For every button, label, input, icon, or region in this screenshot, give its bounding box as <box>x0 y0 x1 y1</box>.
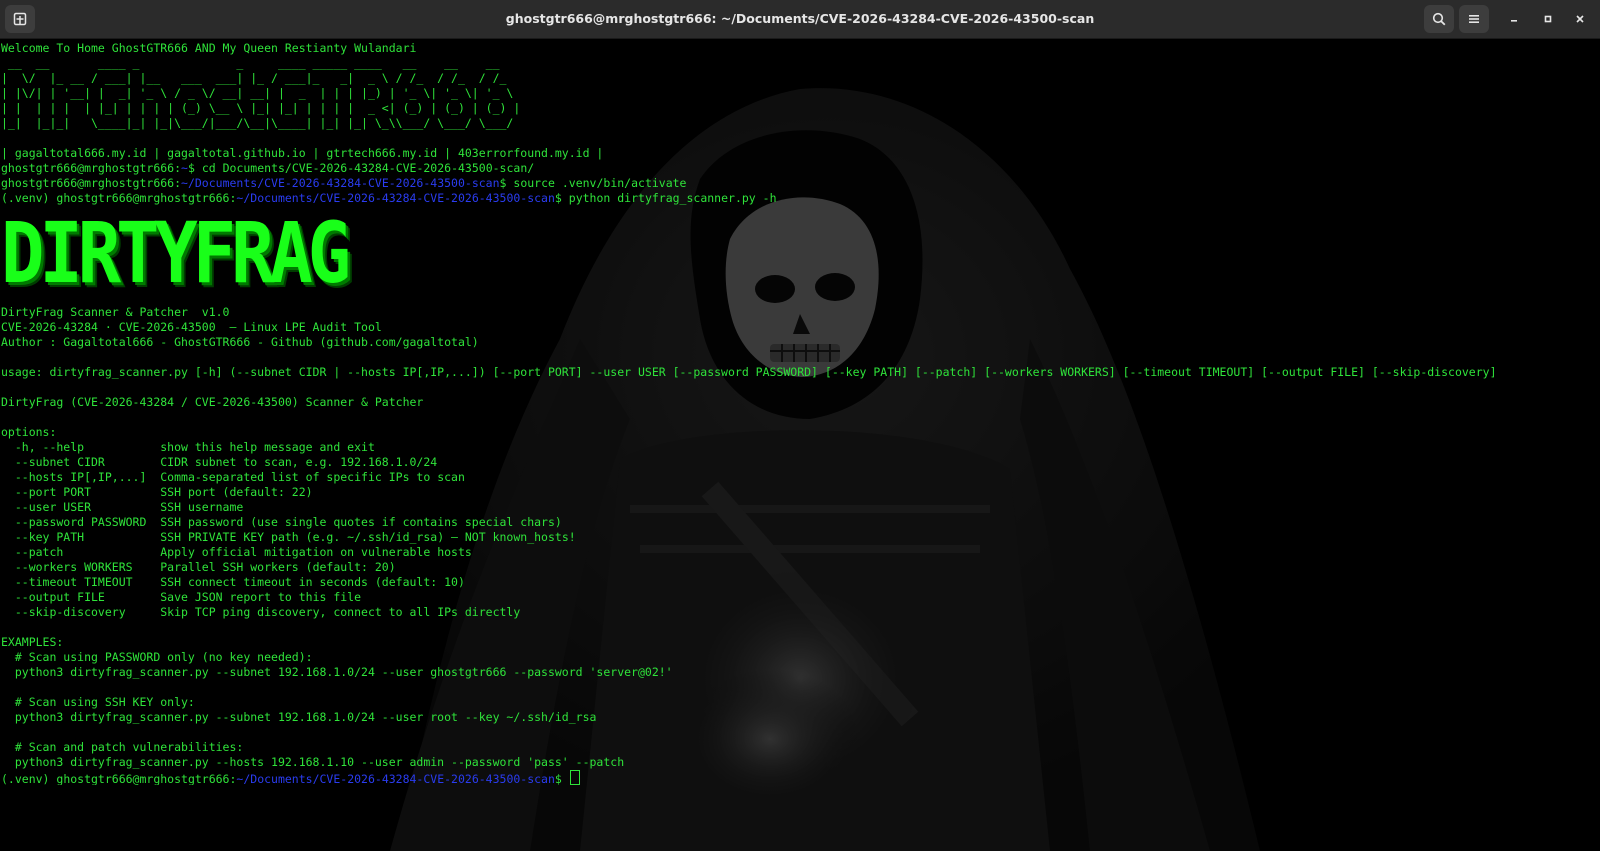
search-icon <box>1432 12 1446 26</box>
ascii-art-line: |_| |_|_| \____|_| |_|\___/|___/\__|\___… <box>1 116 514 130</box>
example-command: python3 dirtyfrag_scanner.py --subnet 19… <box>1 665 673 679</box>
option-flag: --output FILE <box>1 590 161 604</box>
option-desc: SSH PRIVATE KEY path (e.g. ~/.ssh/id_rsa… <box>160 530 576 544</box>
example-command: python3 dirtyfrag_scanner.py --hosts 192… <box>1 755 625 769</box>
dirtyfrag-banner: DIRTYFRAG <box>1 204 351 302</box>
search-button[interactable] <box>1424 5 1454 33</box>
venv-indicator: (.venv) <box>1 772 57 785</box>
command-text: source .venv/bin/activate <box>513 176 687 190</box>
option-row: --skip-discovery Skip TCP ping discovery… <box>1 605 1596 620</box>
prompt-path: ~/Documents/CVE-2026-43284-CVE-2026-4350… <box>236 191 555 205</box>
example-comment: # Scan and patch vulnerabilities: <box>1 740 244 754</box>
prompt-user: ghostgtr666@mrghostgtr666 <box>56 772 230 785</box>
prompt-user: ghostgtr666@mrghostgtr666 <box>1 161 175 175</box>
option-flag: --patch <box>1 545 161 559</box>
minimize-icon <box>1511 20 1517 22</box>
prompt-path: ~/Documents/CVE-2026-43284-CVE-2026-4350… <box>236 772 555 785</box>
option-row: --subnet CIDR CIDR subnet to scan, e.g. … <box>1 455 1596 470</box>
option-desc: Skip TCP ping discovery, connect to all … <box>160 605 521 619</box>
ascii-art-line: | |\/| | '__| | _| '_ \ / _ \/ __| __| |… <box>1 86 514 100</box>
option-flag: --hosts IP[,IP,...] <box>1 470 161 484</box>
option-desc: SSH username <box>160 500 244 514</box>
usage-line: usage: dirtyfrag_scanner.py [-h] (--subn… <box>1 365 1497 379</box>
new-tab-icon <box>13 12 27 26</box>
option-row: --port PORT SSH port (default: 22) <box>1 485 1596 500</box>
maximize-icon <box>1544 15 1552 23</box>
minimize-button[interactable] <box>1499 5 1529 33</box>
prompt-user: ghostgtr666@mrghostgtr666 <box>56 191 230 205</box>
options-header: options: <box>1 425 57 439</box>
option-desc: Parallel SSH workers (default: 20) <box>160 560 396 574</box>
command-text: python dirtyfrag_scanner.py -h <box>568 191 777 205</box>
description-line: DirtyFrag (CVE-2026-43284 / CVE-2026-435… <box>1 395 424 409</box>
option-desc: CIDR subnet to scan, e.g. 192.168.1.0/24 <box>160 455 438 469</box>
option-flag: --timeout TIMEOUT <box>1 575 161 589</box>
option-flag: --user USER <box>1 500 161 514</box>
prompt-path: ~ <box>181 161 188 175</box>
terminal-area[interactable]: Welcome To Home GhostGTR666 AND My Queen… <box>0 39 1600 851</box>
option-desc: SSH connect timeout in seconds (default:… <box>160 575 465 589</box>
option-desc: show this help message and exit <box>160 440 375 454</box>
menu-button[interactable] <box>1459 5 1489 33</box>
close-icon <box>1576 15 1584 23</box>
example-comment: # Scan using SSH KEY only: <box>1 695 195 709</box>
maximize-button[interactable] <box>1533 5 1563 33</box>
option-desc: Apply official mitigation on vulnerable … <box>160 545 472 559</box>
venv-indicator: (.venv) <box>1 191 57 205</box>
ascii-art-line: | \/ |_ __ / ___| |__ ___ ___| |_ / ___|… <box>1 71 507 85</box>
window-titlebar: ghostgtr666@mrghostgtr666: ~/Documents/C… <box>0 0 1600 39</box>
text-cursor[interactable] <box>569 770 580 785</box>
option-desc: Save JSON report to this file <box>160 590 362 604</box>
prompt-line: ghostgtr666@mrghostgtr666:~$ cd Document… <box>1 161 535 175</box>
option-flag: --key PATH <box>1 530 161 544</box>
ascii-art-line: __ __ ____ _ _ ____ _____ ____ __ __ __ <box>1 56 500 70</box>
option-flag: --password PASSWORD <box>1 515 161 529</box>
window-title: ghostgtr666@mrghostgtr666: ~/Documents/C… <box>505 11 1095 26</box>
prompt-user: ghostgtr666@mrghostgtr666 <box>1 176 175 190</box>
info-line: CVE-2026-43284 · CVE-2026-43500 — Linux … <box>1 320 382 334</box>
prompt-line: ghostgtr666@mrghostgtr666:~/Documents/CV… <box>1 176 687 190</box>
option-flag: --workers WORKERS <box>1 560 161 574</box>
option-row: --patch Apply official mitigation on vul… <box>1 545 1596 560</box>
option-desc: SSH password (use single quotes if conta… <box>160 515 562 529</box>
ascii-art-line: | | | | | | |_| | | | | (_) \__ \ |_| |_… <box>1 101 521 115</box>
new-tab-button[interactable] <box>5 5 35 33</box>
option-row: --timeout TIMEOUT SSH connect timeout in… <box>1 575 1596 590</box>
option-flag: --subnet CIDR <box>1 455 161 469</box>
option-row: --hosts IP[,IP,...] Comma-separated list… <box>1 470 1596 485</box>
option-flag: --port PORT <box>1 485 161 499</box>
example-command: python3 dirtyfrag_scanner.py --subnet 19… <box>1 710 597 724</box>
command-text: cd Documents/CVE-2026-43284-CVE-2026-435… <box>201 161 535 175</box>
option-desc: SSH port (default: 22) <box>160 485 313 499</box>
active-prompt-line[interactable]: (.venv) ghostgtr666@mrghostgtr666:~/Docu… <box>1 770 1596 785</box>
option-row: --output FILE Save JSON report to this f… <box>1 590 1596 605</box>
option-row: --workers WORKERS Parallel SSH workers (… <box>1 560 1596 575</box>
hamburger-menu-icon <box>1469 15 1479 23</box>
prompt-path: ~/Documents/CVE-2026-43284-CVE-2026-4350… <box>181 176 500 190</box>
welcome-line: Welcome To Home GhostGTR666 AND My Queen… <box>1 41 417 55</box>
links-line: | gagaltotal666.my.id | gagaltotal.githu… <box>1 146 604 160</box>
option-row: -h, --help show this help message and ex… <box>1 440 1596 455</box>
example-comment: # Scan using PASSWORD only (no key neede… <box>1 650 313 664</box>
option-row: --password PASSWORD SSH password (use si… <box>1 515 1596 530</box>
terminal-output: Welcome To Home GhostGTR666 AND My Queen… <box>1 41 1596 785</box>
option-row: --user USER SSH username <box>1 500 1596 515</box>
examples-header: EXAMPLES: <box>1 635 64 649</box>
info-line: DirtyFrag Scanner & Patcher v1.0 <box>1 305 230 319</box>
option-row: --key PATH SSH PRIVATE KEY path (e.g. ~/… <box>1 530 1596 545</box>
close-button[interactable] <box>1565 5 1595 33</box>
option-flag: --skip-discovery <box>1 605 161 619</box>
option-flag: -h, --help <box>1 440 161 454</box>
info-line: Author : Gagaltotal666 - GhostGTR666 - G… <box>1 335 479 349</box>
option-desc: Comma-separated list of specific IPs to … <box>160 470 465 484</box>
